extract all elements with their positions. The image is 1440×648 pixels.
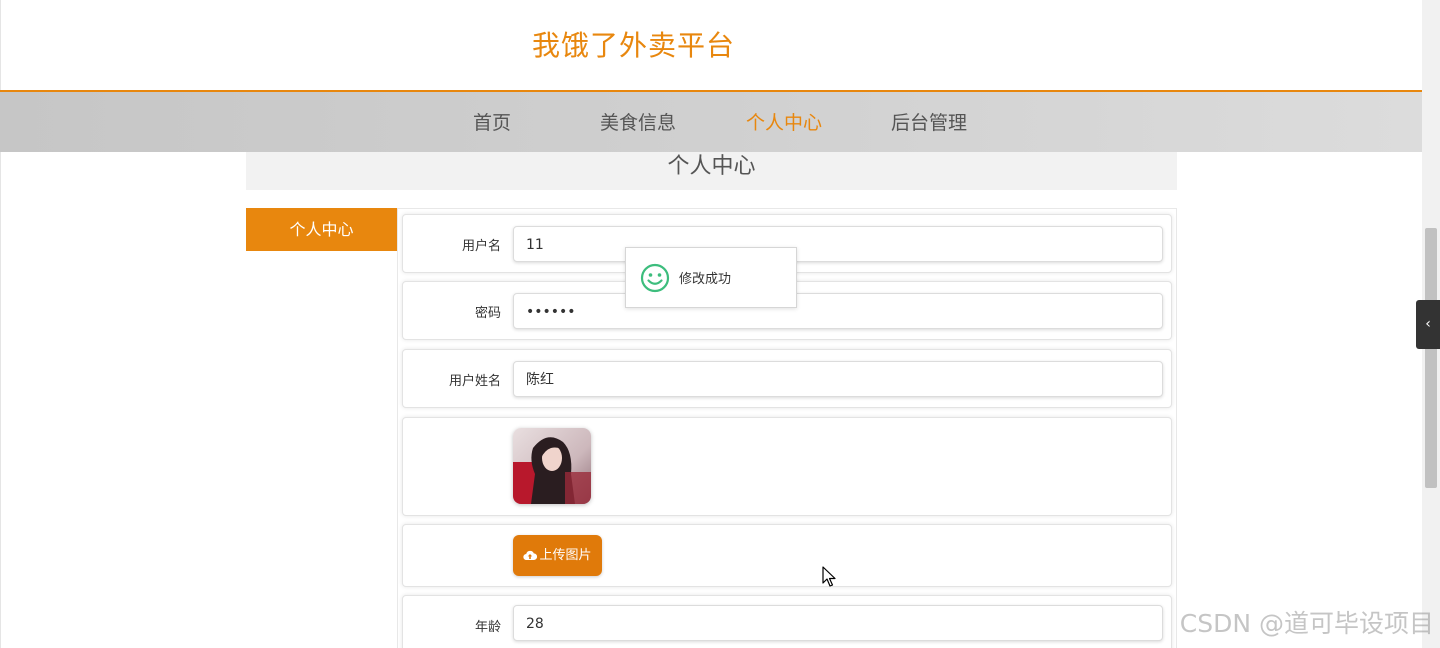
form-row-age: 年龄 28 [402,595,1172,648]
success-toast: 修改成功 [625,247,797,308]
password-label: 密码 [474,306,501,321]
cloud-upload-icon [523,550,538,561]
form-row-upload: 上传图片 [402,524,1172,587]
upload-image-button[interactable]: 上传图片 [513,535,602,576]
nav-item-admin[interactable]: 后台管理 [891,108,967,135]
toast-message: 修改成功 [679,272,732,287]
mouse-cursor-icon [822,566,836,587]
watermark: CSDN @道可毕设项目 [1179,609,1434,638]
username-label: 用户名 [461,239,501,254]
nav-item-food-info[interactable]: 美食信息 [600,108,676,135]
chevron-left-icon[interactable]: ‹ [1416,300,1440,349]
real-name-input[interactable]: 陈红 [513,361,1163,397]
side-menu: 个人中心 [246,208,398,648]
main-nav: 首页 美食信息 个人中心 后台管理 [0,90,1422,152]
form-row-avatar [402,417,1172,516]
section-title-bar: 个人中心 [246,152,1177,190]
age-input[interactable]: 28 [513,605,1163,641]
site-title[interactable]: 我饿了外卖平台 [532,24,735,64]
form-row-real-name: 用户姓名 陈红 [402,349,1172,408]
smile-icon [640,263,670,293]
nav-item-personal-center[interactable]: 个人中心 [746,108,822,135]
user-avatar-photo [513,428,591,504]
nav-item-home[interactable]: 首页 [473,108,511,135]
upload-button-label: 上传图片 [539,548,592,563]
password-input[interactable]: •••••• [513,293,1163,329]
side-menu-item-personal-center[interactable]: 个人中心 [246,208,397,251]
page: 我饿了外卖平台 首页 美食信息 个人中心 后台管理 个人中心 个人中心 用户名 … [0,0,1440,648]
avatar-image-icon [513,428,591,504]
age-label: 年龄 [474,620,501,635]
username-input[interactable]: 11 [513,226,1163,262]
scrollbar-thumb[interactable] [1425,228,1437,488]
real-name-label: 用户姓名 [448,374,501,389]
section-title: 个人中心 [667,154,756,179]
